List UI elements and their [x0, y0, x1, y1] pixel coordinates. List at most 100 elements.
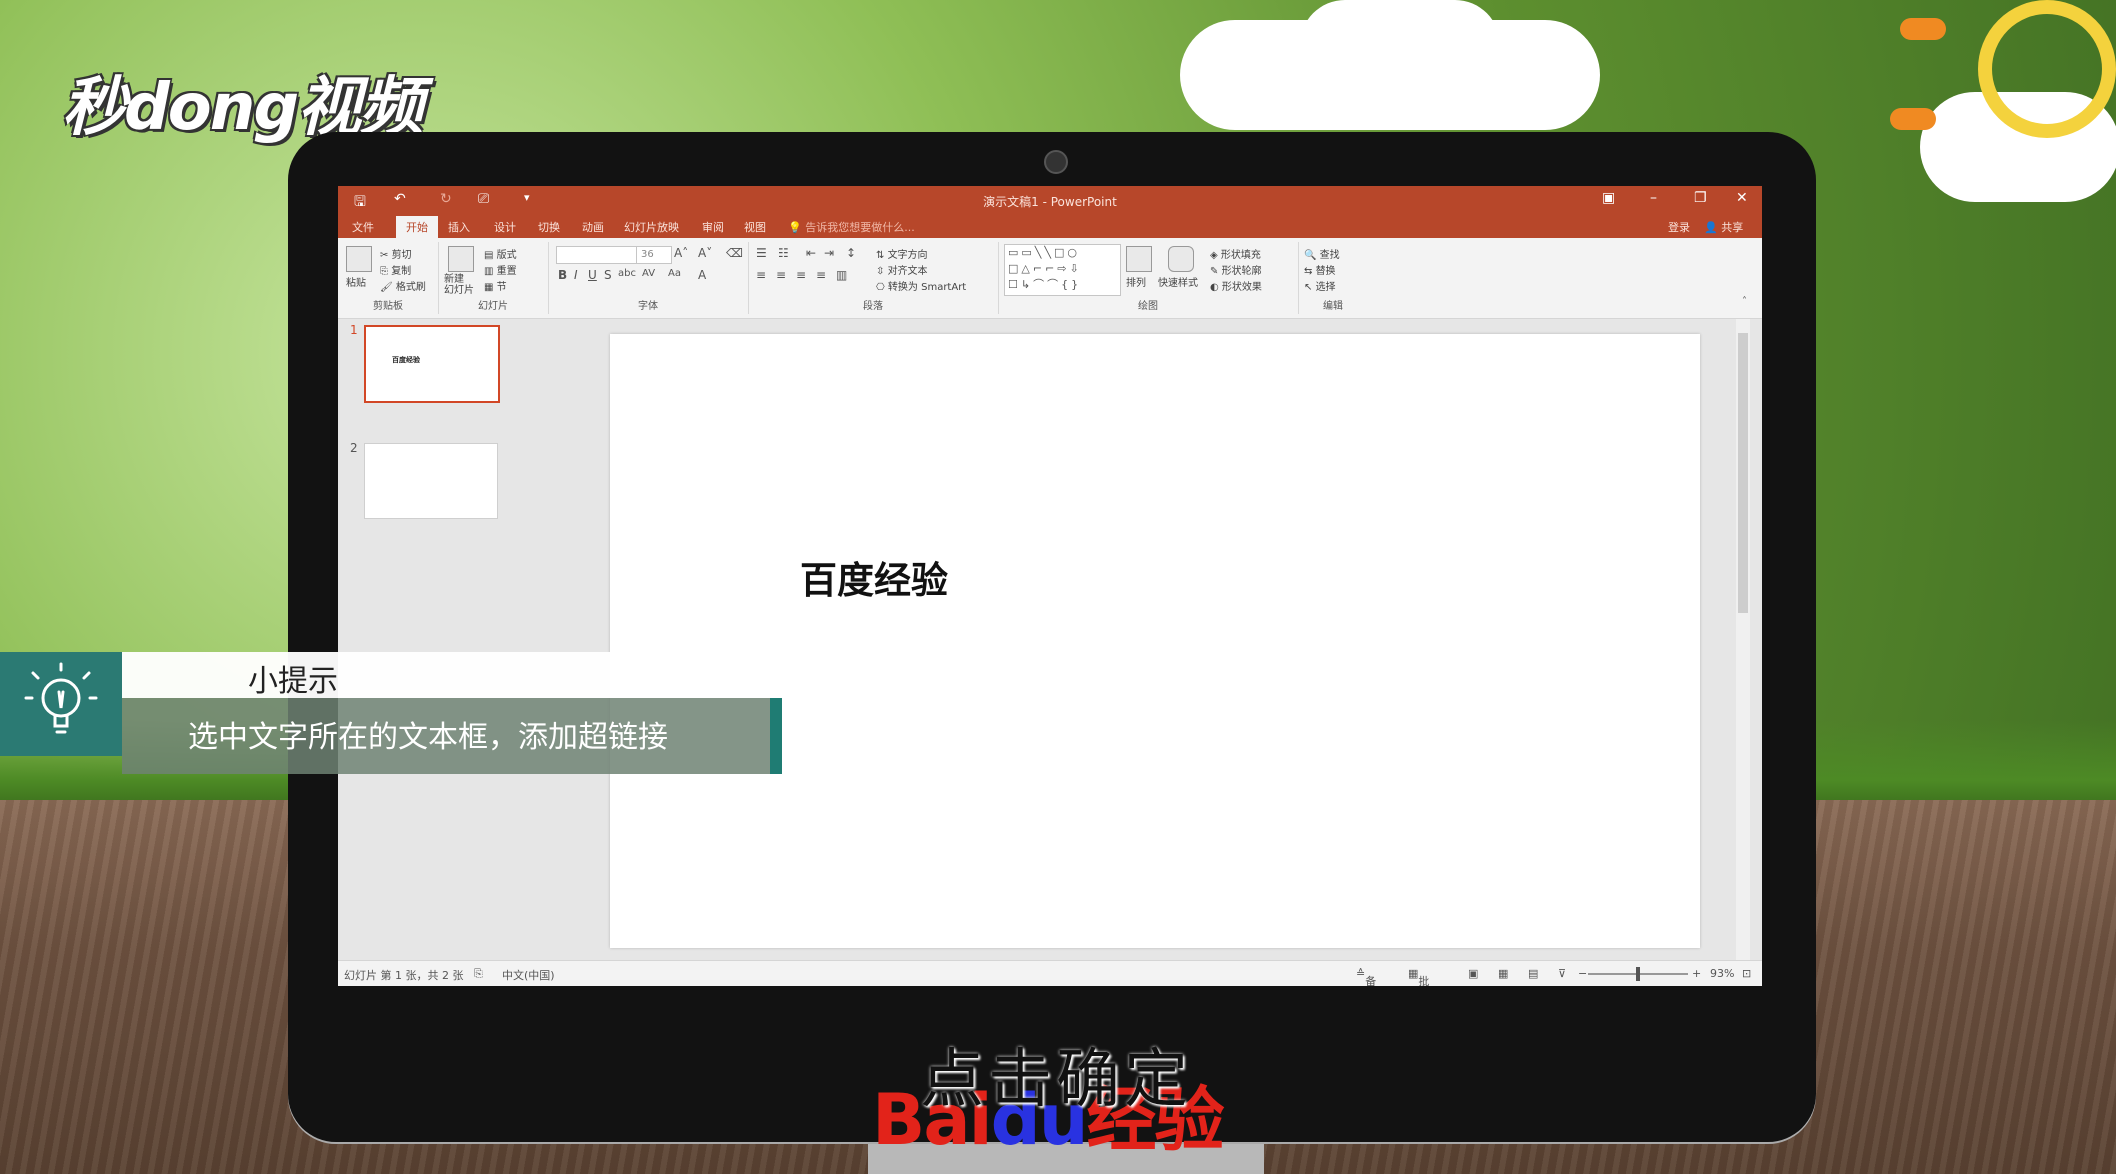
reading-view-icon[interactable]: ▤ — [1528, 967, 1538, 980]
lightbulb-icon — [0, 652, 122, 756]
paste-icon[interactable] — [346, 246, 372, 272]
slide-text-box[interactable]: 百度经验 — [800, 550, 948, 604]
ribbon-display-icon[interactable]: ▣ — [1602, 190, 1615, 206]
increase-font-icon[interactable]: A˄ — [674, 246, 688, 260]
tip-text: 选中文字所在的文本框，添加超链接 — [188, 720, 668, 755]
select-button[interactable]: ↖ 选择 — [1304, 278, 1336, 293]
char-spacing-icon[interactable]: AV — [642, 268, 655, 279]
notes-button[interactable]: ≙ 备注 — [1356, 967, 1376, 986]
reset-label: 重置 — [496, 266, 517, 277]
video-subtitle: 点击确定 — [920, 1043, 1192, 1117]
align-right-icon[interactable]: ≡ — [796, 268, 806, 282]
share-button[interactable]: 👤 共享 — [1704, 219, 1743, 235]
maximize-icon[interactable]: ❐ — [1694, 190, 1707, 206]
tab-transitions[interactable]: 切换 — [538, 219, 560, 235]
arrange-label[interactable]: 排列 — [1126, 274, 1146, 289]
line-spacing-icon[interactable]: ↕ — [846, 246, 856, 260]
slide-sorter-icon[interactable]: ▦ — [1498, 967, 1508, 980]
align-left-icon[interactable]: ≡ — [756, 268, 766, 282]
spellcheck-icon[interactable]: ⎘ — [474, 967, 483, 981]
reset-button[interactable]: ▥ 重置 — [484, 262, 517, 277]
vertical-scrollbar[interactable] — [1736, 319, 1750, 960]
zoom-out-icon[interactable]: − — [1578, 967, 1587, 980]
zoom-level[interactable]: 93% — [1710, 967, 1734, 980]
strikethrough-icon[interactable]: abc — [618, 268, 636, 279]
bold-icon[interactable]: B — [558, 268, 567, 282]
clipboard-group-label: 剪贴板 — [373, 301, 403, 312]
justify-icon[interactable]: ≡ — [816, 268, 826, 282]
find-button[interactable]: 🔍 查找 — [1304, 246, 1340, 261]
italic-icon[interactable]: I — [574, 268, 578, 282]
cut-button[interactable]: ✂ 剪切 — [380, 246, 412, 261]
collapse-ribbon-icon[interactable]: ˄ — [1742, 296, 1747, 307]
tab-file[interactable]: 文件 — [352, 219, 374, 235]
tab-design[interactable]: 设计 — [494, 219, 516, 235]
new-slide-label[interactable]: 新建 幻灯片 — [444, 274, 474, 296]
columns-icon[interactable]: ▥ — [836, 268, 847, 282]
shape-outline-button[interactable]: ✎ 形状轮廓 — [1210, 262, 1262, 277]
group-editing: 🔍 查找 ⇆ 替换 ↖ 选择 编辑 — [1298, 242, 1368, 314]
layout-label: 版式 — [496, 250, 517, 261]
font-name-input[interactable] — [556, 246, 638, 264]
scrollbar-thumb[interactable] — [1738, 333, 1748, 613]
decrease-indent-icon[interactable]: ⇤ — [806, 246, 816, 260]
tab-view[interactable]: 视图 — [744, 219, 766, 235]
slideshow-view-icon[interactable]: ⊽ — [1558, 967, 1566, 980]
new-slide-icon[interactable] — [448, 246, 474, 272]
shadow-icon[interactable]: S — [604, 268, 612, 282]
shapes-gallery[interactable]: ▭▭╲╲□○ □△⌐⌐⇨⇩ ☐↳⌒⌒{} — [1004, 244, 1121, 296]
smartart-button[interactable]: ⎔ 转换为 SmartArt — [876, 278, 966, 293]
slide-thumbnail-1[interactable]: 百度经验 — [364, 325, 500, 403]
replace-button[interactable]: ⇆ 替换 — [1304, 262, 1336, 277]
tab-review[interactable]: 审阅 — [702, 219, 724, 235]
format-painter-button[interactable]: 🖌 格式刷 — [380, 278, 426, 293]
zoom-slider-thumb[interactable] — [1636, 967, 1640, 981]
change-case-icon[interactable]: Aa — [668, 268, 681, 279]
tab-slideshow[interactable]: 幻灯片放映 — [624, 219, 679, 235]
quick-styles-icon[interactable] — [1168, 246, 1194, 272]
layout-button[interactable]: ▤ 版式 — [484, 246, 517, 261]
copy-button[interactable]: ⎘ 复制 — [380, 262, 411, 277]
tell-me-search[interactable]: 💡 告诉我您想要做什么... — [788, 219, 915, 235]
shape-fill-button[interactable]: ◈ 形状填充 — [1210, 246, 1261, 261]
signin-link[interactable]: 登录 — [1668, 219, 1690, 235]
camera-icon — [1044, 150, 1068, 174]
tab-insert[interactable]: 插入 — [448, 219, 470, 235]
bullets-icon[interactable]: ☰ — [756, 246, 767, 260]
ribbon-tabs: 文件 开始 插入 设计 切换 动画 幻灯片放映 审阅 视图 💡 告诉我您想要做什… — [338, 214, 1762, 240]
fit-to-window-icon[interactable]: ⊡ — [1742, 967, 1751, 980]
paste-label[interactable]: 粘贴 — [346, 274, 366, 289]
tab-home[interactable]: 开始 — [396, 216, 438, 240]
decrease-font-icon[interactable]: A˅ — [698, 246, 712, 260]
align-text-button[interactable]: ⇳ 对齐文本 — [876, 262, 928, 277]
arrange-icon[interactable] — [1126, 246, 1152, 272]
font-size-input[interactable]: 36 — [636, 246, 672, 264]
normal-view-icon[interactable]: ▣ — [1468, 967, 1478, 980]
tab-animations[interactable]: 动画 — [582, 219, 604, 235]
clear-format-icon[interactable]: ⌫ — [726, 246, 743, 260]
zoom-in-icon[interactable]: + — [1692, 967, 1701, 980]
numbering-icon[interactable]: ☷ — [778, 246, 789, 260]
title-bar: 🖫 ↶ ↻ ⎚ ▾ 演示文稿1 - PowerPoint ▣ – ❐ ✕ — [338, 186, 1762, 214]
thumbnail-text: 百度经验 — [392, 356, 420, 364]
shape-effects-button[interactable]: ◐ 形状效果 — [1210, 278, 1262, 293]
text-direction-button[interactable]: ⇅ 文字方向 — [876, 246, 928, 261]
slide-thumbnail-2[interactable] — [364, 443, 498, 519]
font-color-icon[interactable]: A — [698, 268, 706, 282]
align-center-icon[interactable]: ≡ — [776, 268, 786, 282]
copy-label: 复制 — [391, 266, 412, 277]
close-icon[interactable]: ✕ — [1736, 190, 1748, 206]
increase-indent-icon[interactable]: ⇥ — [824, 246, 834, 260]
section-button[interactable]: ▦ 节 — [484, 278, 507, 293]
slides-group-label: 幻灯片 — [478, 301, 508, 312]
group-slides: 新建 幻灯片 ▤ 版式 ▥ 重置 ▦ 节 幻灯片 — [438, 242, 549, 314]
comments-button[interactable]: ▦ 批注 — [1408, 967, 1429, 986]
sun-ray — [1890, 108, 1936, 130]
quick-styles-label[interactable]: 快速样式 — [1158, 274, 1198, 289]
slide-number: 2 — [350, 441, 358, 455]
minimize-icon[interactable]: – — [1650, 190, 1657, 206]
underline-icon[interactable]: U — [588, 268, 597, 282]
language-indicator[interactable]: 中文(中国) — [502, 967, 555, 983]
slide-canvas[interactable]: 百度经验 — [610, 334, 1700, 948]
tell-me-text: 告诉我您想要做什么... — [805, 221, 915, 234]
